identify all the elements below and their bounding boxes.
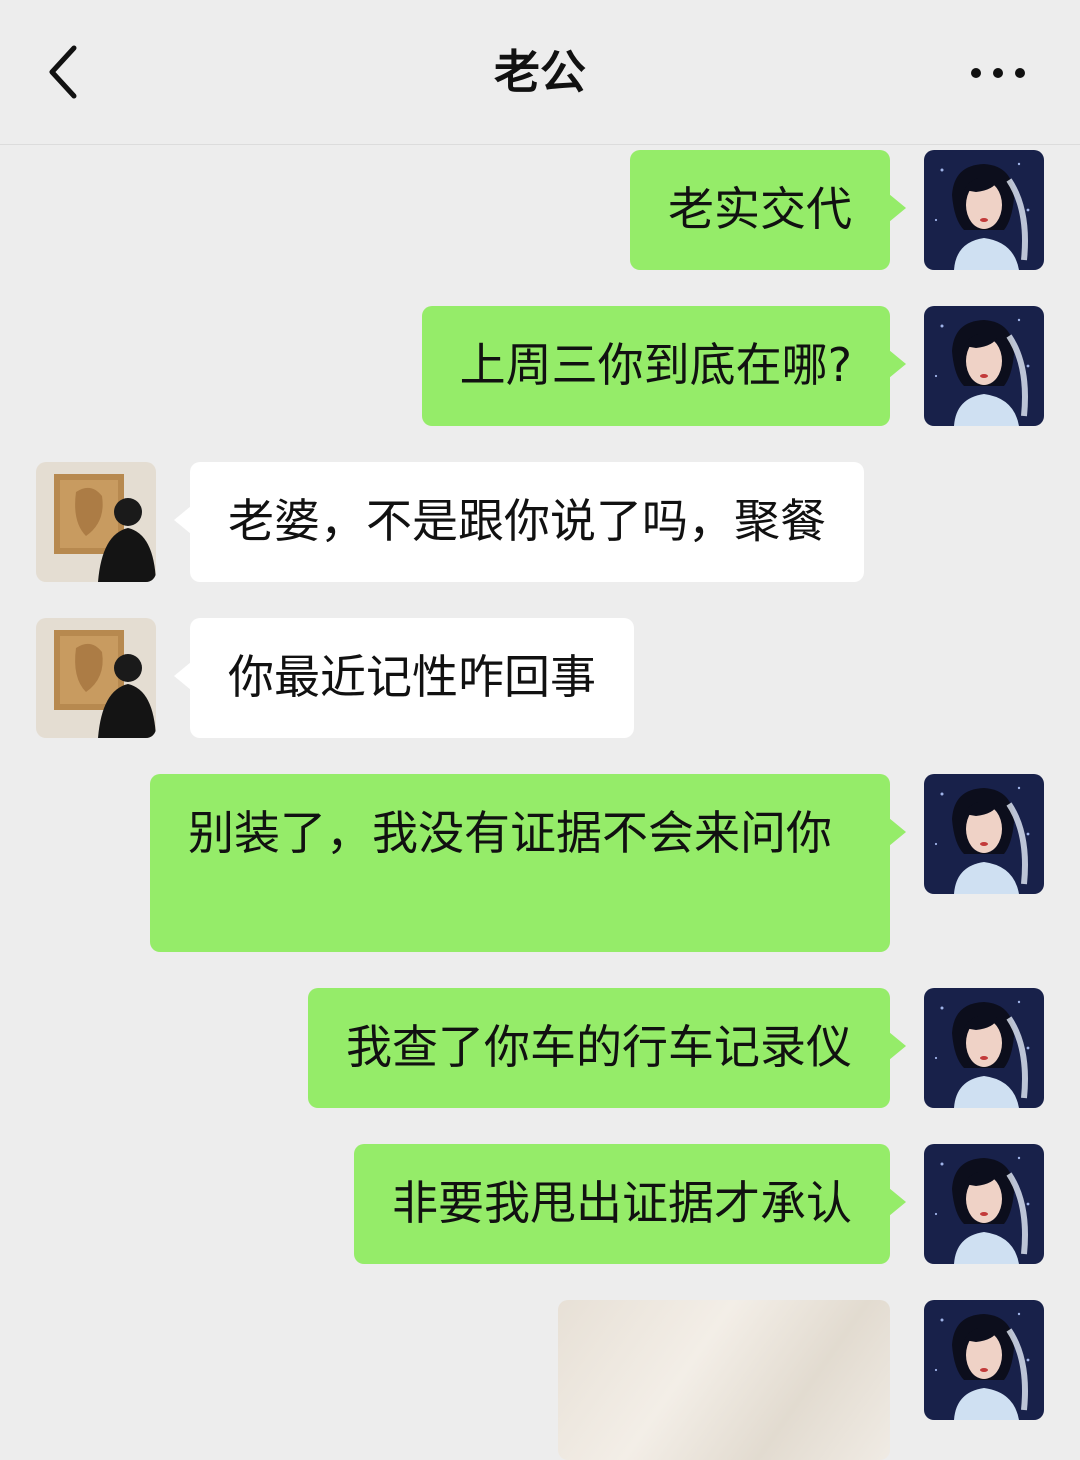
message-bubble-sent[interactable]: 上周三你到底在哪? <box>421 306 907 426</box>
my-avatar[interactable] <box>924 1144 1044 1264</box>
my-avatar[interactable] <box>924 150 1044 270</box>
message-bubble-sent[interactable]: 别装了，我没有证据不会来问你 <box>150 774 906 952</box>
message-bubble-sent[interactable]: 老实交代 <box>630 150 906 270</box>
message-row <box>0 1300 1080 1460</box>
image-message[interactable] <box>558 1300 890 1460</box>
message-row: 别装了，我没有证据不会来问你 <box>0 774 1080 952</box>
message-bubble-received[interactable]: 老婆，不是跟你说了吗，聚餐 <box>174 462 864 582</box>
chat-header: 老公 <box>0 0 1080 145</box>
message-row: 我查了你车的行车记录仪 <box>0 988 1080 1108</box>
my-avatar[interactable] <box>924 1300 1044 1420</box>
message-row: 老婆，不是跟你说了吗，聚餐 <box>0 462 1080 582</box>
contact-avatar[interactable] <box>36 462 156 582</box>
my-avatar[interactable] <box>924 774 1044 894</box>
message-bubble-sent[interactable]: 我查了你车的行车记录仪 <box>308 988 906 1108</box>
chat-title: 老公 <box>494 45 586 99</box>
message-bubble-sent[interactable]: 非要我甩出证据才承认 <box>354 1144 906 1264</box>
more-dots-icon[interactable] <box>968 60 1028 86</box>
my-avatar[interactable] <box>924 988 1044 1108</box>
message-row: 你最近记性咋回事 <box>0 618 1080 738</box>
contact-avatar[interactable] <box>36 618 156 738</box>
message-row: 非要我甩出证据才承认 <box>0 1144 1080 1264</box>
my-avatar[interactable] <box>924 306 1044 426</box>
message-row: 老实交代 <box>0 150 1080 270</box>
message-row: 上周三你到底在哪? <box>0 306 1080 426</box>
message-bubble-received[interactable]: 你最近记性咋回事 <box>174 618 634 738</box>
